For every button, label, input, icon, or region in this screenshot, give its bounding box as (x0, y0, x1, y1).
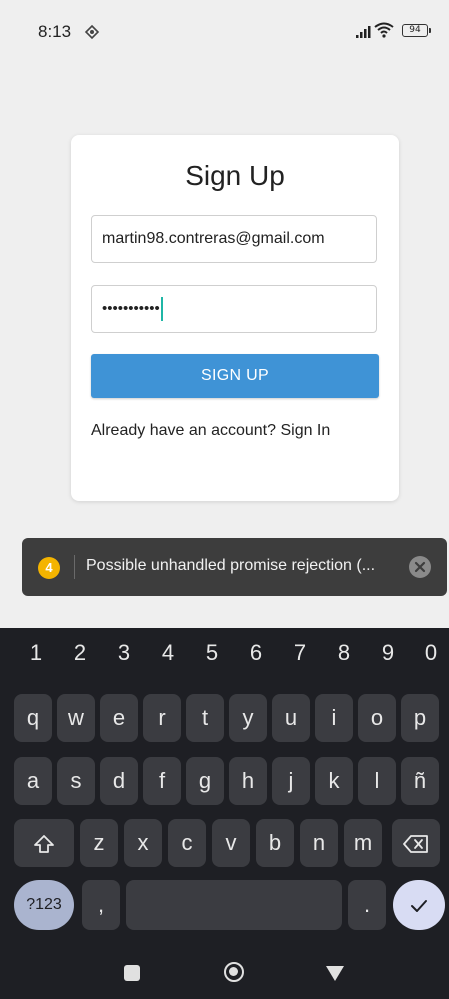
key-6[interactable]: 6 (236, 640, 276, 676)
email-field[interactable]: martin98.contreras@gmail.com (91, 215, 377, 263)
signal-icon (356, 25, 372, 43)
key-e[interactable]: e (100, 694, 138, 742)
checkmark-icon (411, 900, 427, 913)
key-d[interactable]: d (100, 757, 138, 805)
status-bar: 8:13 94 (0, 0, 449, 60)
key-u[interactable]: u (272, 694, 310, 742)
key-h[interactable]: h (229, 757, 267, 805)
space-key[interactable] (126, 880, 342, 930)
toast-count-badge: 4 (38, 557, 60, 579)
symbols-key[interactable]: ?123 (14, 880, 74, 930)
key-x[interactable]: x (124, 819, 162, 867)
period-key[interactable]: . (348, 880, 386, 930)
key-y[interactable]: y (229, 694, 267, 742)
toast-message: Possible unhandled promise rejection (..… (86, 557, 376, 574)
key-k[interactable]: k (315, 757, 353, 805)
key-n[interactable]: n (300, 819, 338, 867)
key-1[interactable]: 1 (16, 640, 56, 676)
navigation-bar (0, 938, 449, 999)
status-time: 8:13 (38, 22, 72, 41)
comma-key[interactable]: , (82, 880, 120, 930)
key-o[interactable]: o (358, 694, 396, 742)
key-z[interactable]: z (80, 819, 118, 867)
enter-key[interactable] (393, 880, 445, 930)
key-3[interactable]: 3 (104, 640, 144, 676)
recents-icon[interactable] (124, 965, 140, 981)
keyboard: 1 2 3 4 5 6 7 8 9 0 q w e r t y u i o p … (0, 628, 449, 999)
key-8[interactable]: 8 (324, 640, 364, 676)
key-n-tilde[interactable]: ñ (401, 757, 439, 805)
backspace-icon (403, 835, 428, 854)
key-m[interactable]: m (344, 819, 382, 867)
email-value: martin98.contreras@gmail.com (102, 230, 325, 247)
signup-button[interactable]: SIGN UP (91, 354, 379, 398)
password-value: ••••••••••• (102, 300, 160, 317)
close-icon[interactable] (409, 556, 431, 578)
battery-icon: 94 (402, 24, 431, 37)
key-2[interactable]: 2 (60, 640, 100, 676)
key-i[interactable]: i (315, 694, 353, 742)
backspace-key[interactable] (392, 819, 440, 867)
key-p[interactable]: p (401, 694, 439, 742)
key-5[interactable]: 5 (192, 640, 232, 676)
signin-link[interactable]: Already have an account? Sign In (91, 422, 330, 440)
key-b[interactable]: b (256, 819, 294, 867)
password-field[interactable]: ••••••••••• (91, 285, 377, 333)
text-caret (160, 297, 163, 321)
back-icon[interactable] (326, 966, 344, 981)
page-title: Sign Up (185, 160, 285, 191)
key-g[interactable]: g (186, 757, 224, 805)
key-r[interactable]: r (143, 694, 181, 742)
key-t[interactable]: t (186, 694, 224, 742)
key-7[interactable]: 7 (280, 640, 320, 676)
error-toast[interactable]: 4 Possible unhandled promise rejection (… (22, 538, 447, 596)
wifi-icon (374, 22, 394, 43)
key-l[interactable]: l (358, 757, 396, 805)
shift-key[interactable] (14, 819, 74, 867)
toast-divider (74, 555, 75, 579)
key-s[interactable]: s (57, 757, 95, 805)
key-w[interactable]: w (57, 694, 95, 742)
key-c[interactable]: c (168, 819, 206, 867)
signup-card: Sign Up martin98.contreras@gmail.com •••… (71, 135, 399, 501)
key-9[interactable]: 9 (368, 640, 408, 676)
key-q[interactable]: q (14, 694, 52, 742)
shift-icon (34, 835, 54, 854)
key-v[interactable]: v (212, 819, 250, 867)
key-a[interactable]: a (14, 757, 52, 805)
home-icon[interactable] (224, 962, 244, 982)
app-notification-icon (84, 24, 100, 45)
key-0[interactable]: 0 (411, 640, 449, 676)
key-j[interactable]: j (272, 757, 310, 805)
key-f[interactable]: f (143, 757, 181, 805)
key-4[interactable]: 4 (148, 640, 188, 676)
